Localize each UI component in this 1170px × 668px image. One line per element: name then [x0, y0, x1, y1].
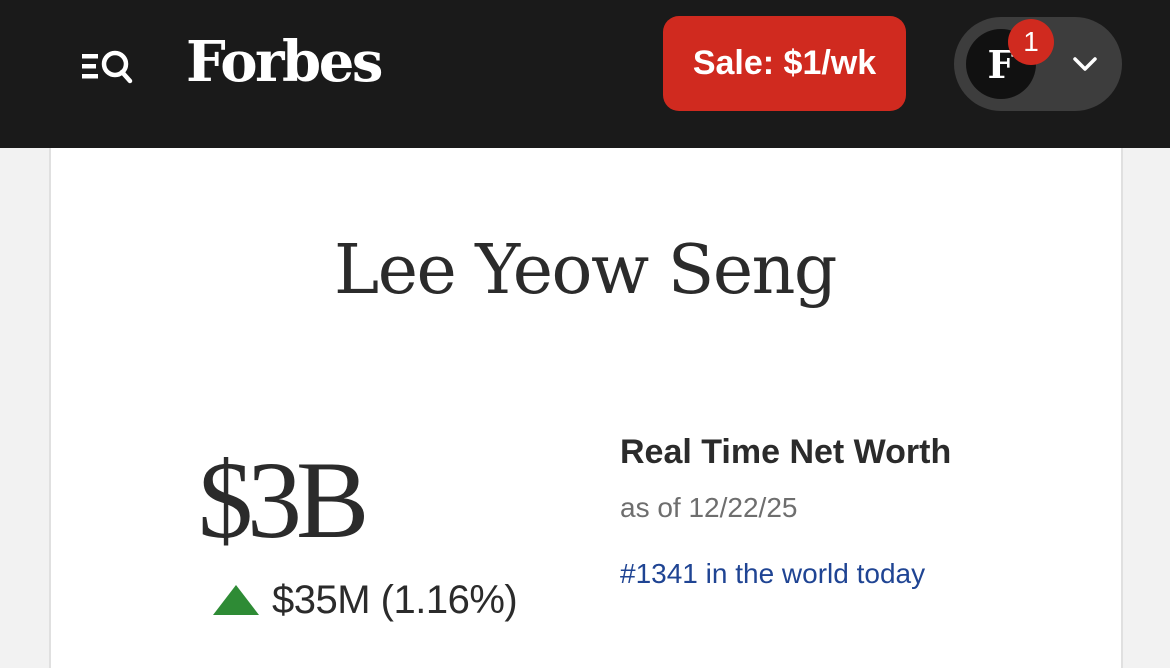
net-worth-value: $3B	[198, 439, 369, 561]
forbes-logo[interactable]: Forbes	[186, 26, 383, 98]
menu-search-icon[interactable]	[80, 44, 136, 88]
as-of-date: as of 12/22/25	[620, 492, 798, 523]
net-worth-change: $35M (1.16%)	[212, 572, 518, 628]
change-value: $35M (1.16%)	[272, 577, 518, 622]
world-rank-link[interactable]: #1341 in the world today	[620, 554, 925, 594]
top-bar: Forbes Sale: $1/wk F 1	[0, 0, 1170, 148]
account-menu-button[interactable]: F 1	[954, 17, 1122, 111]
up-arrow-icon	[213, 585, 259, 615]
real-time-net-worth-label: Real Time Net Worth	[620, 433, 952, 471]
notification-badge: 1	[1008, 19, 1054, 65]
profile-name: Lee Yeow Seng	[334, 231, 837, 310]
chevron-down-icon	[1073, 57, 1097, 71]
sale-button[interactable]: Sale: $1/wk	[663, 16, 906, 111]
